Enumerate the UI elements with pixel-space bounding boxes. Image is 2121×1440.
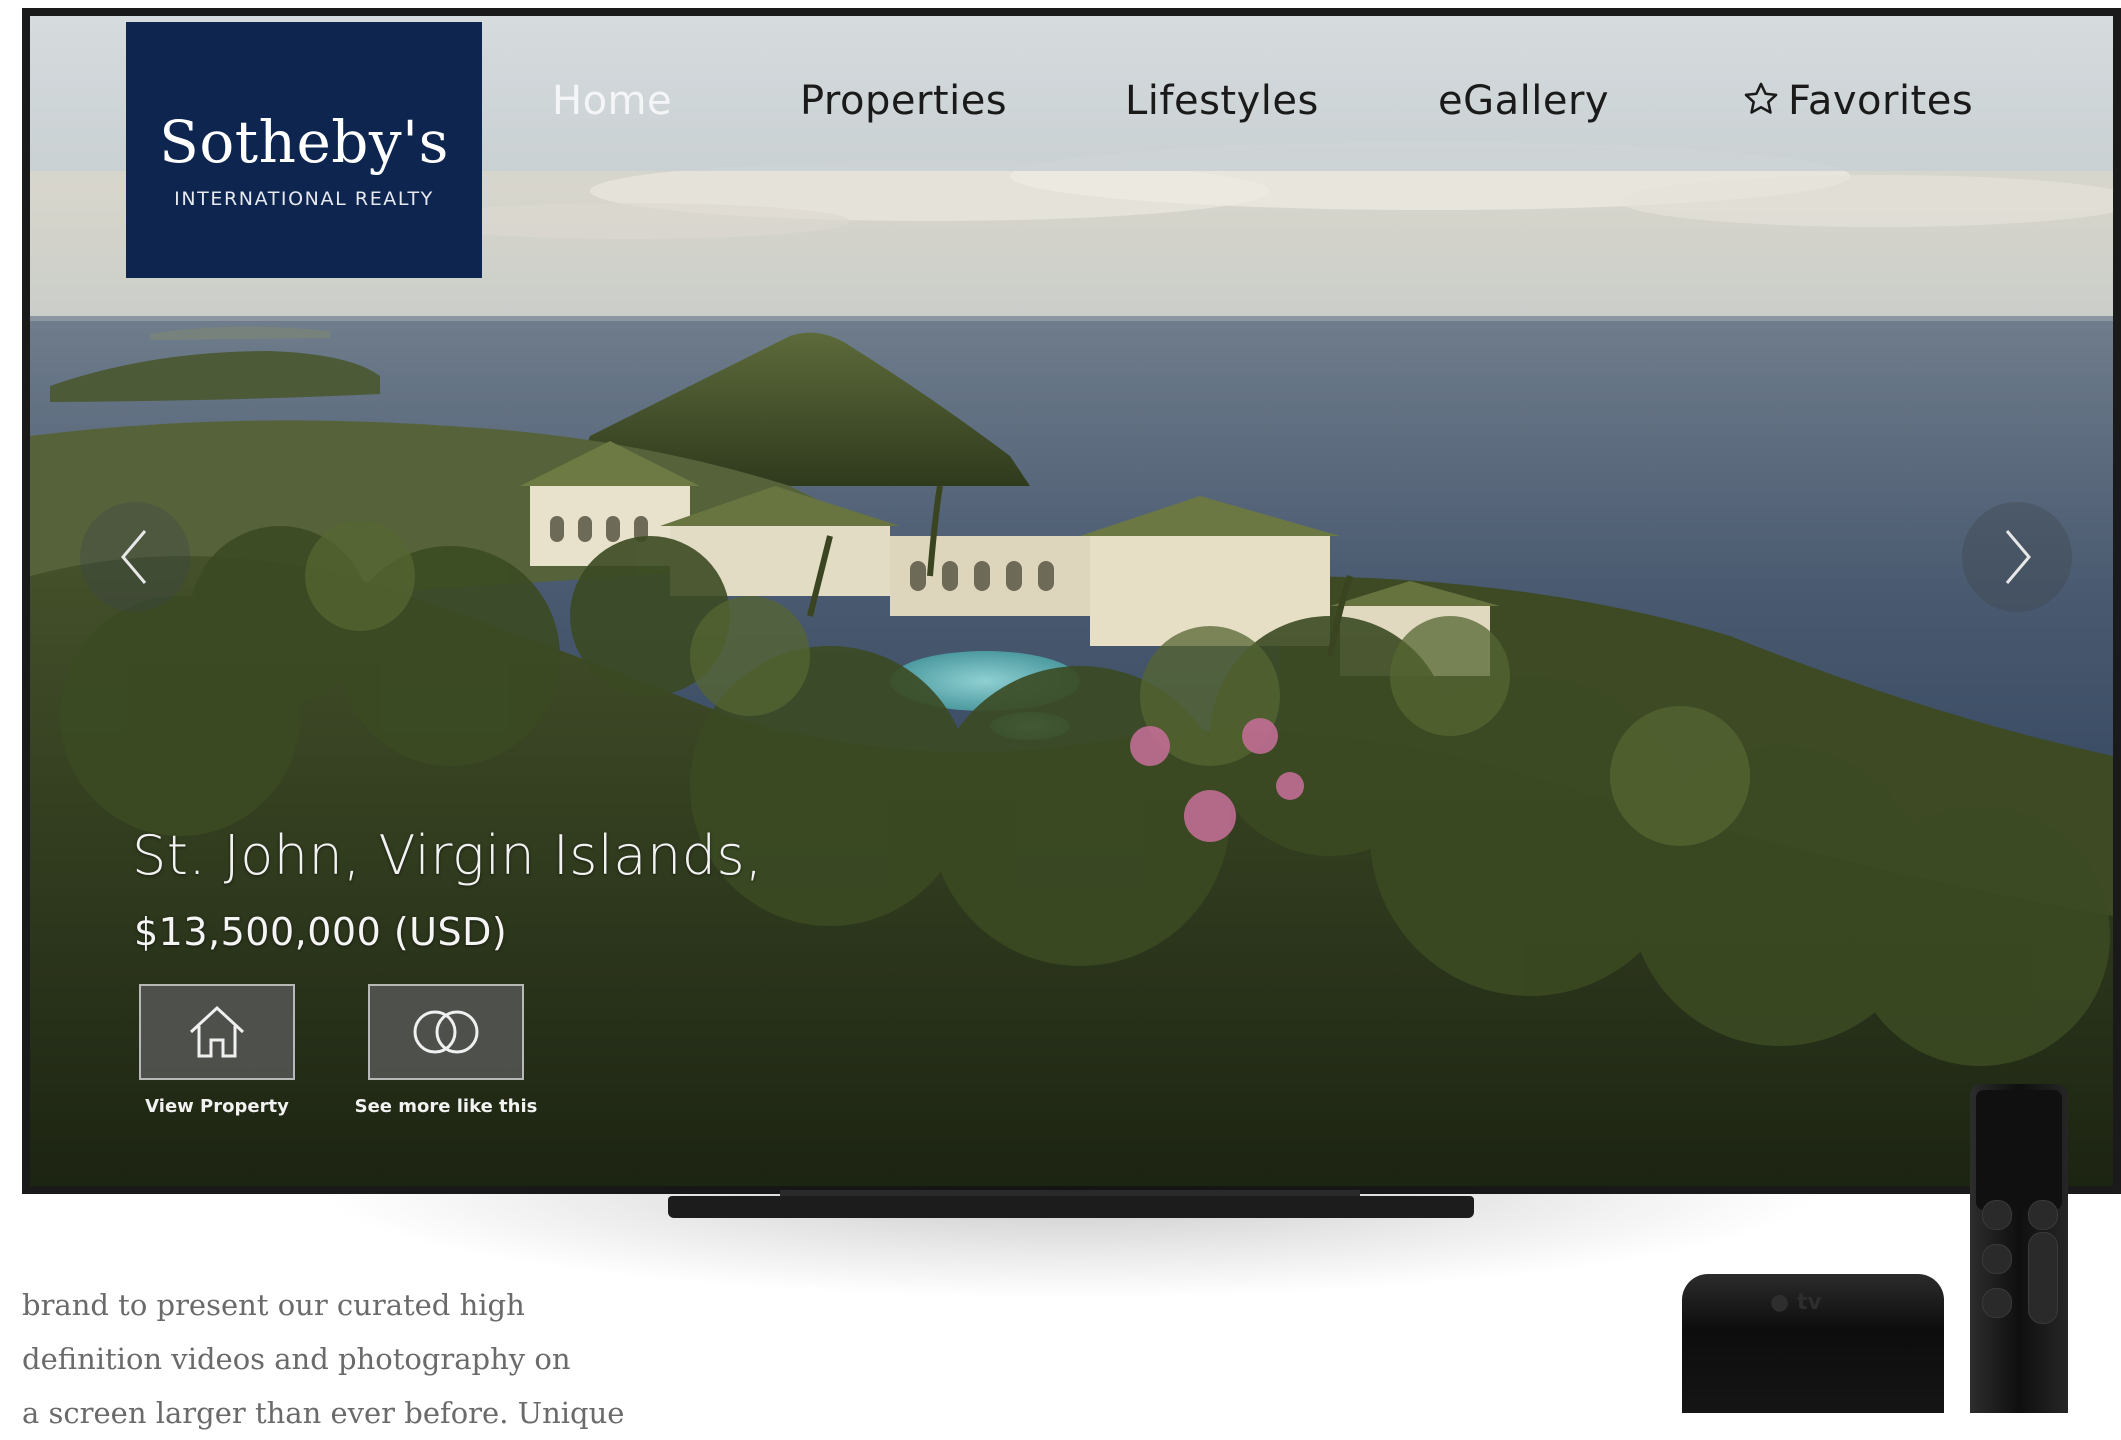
nav-properties[interactable]: Properties bbox=[800, 78, 1007, 124]
sothebys-logo[interactable]: Sotheby's INTERNATIONAL REALTY bbox=[126, 22, 482, 278]
tv-screen: Home Properties Lifestyles eGallery Favo… bbox=[30, 16, 2113, 1186]
apple-logo-icon: ● bbox=[1770, 1290, 1790, 1315]
carousel-next-button[interactable] bbox=[1962, 502, 2072, 612]
article-text: brand to present our curated high defini… bbox=[22, 1278, 625, 1440]
remote-mic-button bbox=[1982, 1244, 2012, 1274]
listing-price: $13,500,000 (USD) bbox=[134, 910, 508, 954]
article-line: definition videos and photography on bbox=[22, 1342, 571, 1376]
apple-tv-box: ● tv bbox=[1682, 1274, 1944, 1413]
article-line: a screen larger than ever before. Unique bbox=[22, 1396, 625, 1430]
house-icon bbox=[189, 1005, 245, 1058]
chevron-left-icon bbox=[121, 530, 147, 584]
article-line: brand to present our curated high bbox=[22, 1288, 525, 1322]
listing-location: St. John, Virgin Islands, bbox=[132, 824, 763, 887]
remote-volume-button bbox=[2028, 1232, 2058, 1324]
carousel-prev-button[interactable] bbox=[80, 502, 190, 612]
nav-egallery[interactable]: eGallery bbox=[1438, 78, 1609, 124]
see-more-like-this-label: See more like this bbox=[354, 1096, 538, 1117]
remote-play-button bbox=[1982, 1288, 2012, 1318]
apple-tv-logo: ● tv bbox=[1770, 1290, 1822, 1315]
nav-lifestyles[interactable]: Lifestyles bbox=[1125, 78, 1319, 124]
remote-touch-surface bbox=[1976, 1090, 2062, 1210]
interlocking-rings-icon bbox=[413, 1010, 479, 1054]
see-more-like-this-button[interactable] bbox=[368, 984, 524, 1080]
chevron-right-icon bbox=[2005, 530, 2031, 584]
logo-subtitle: INTERNATIONAL REALTY bbox=[174, 188, 434, 210]
star-icon bbox=[1742, 80, 1780, 128]
logo-wordmark: Sotheby's bbox=[159, 108, 449, 176]
view-property-button[interactable] bbox=[139, 984, 295, 1080]
remote-tv-button bbox=[2028, 1200, 2058, 1230]
tv-stand bbox=[668, 1196, 1474, 1218]
view-property-label: View Property bbox=[145, 1096, 289, 1117]
tv-frame: Home Properties Lifestyles eGallery Favo… bbox=[22, 8, 2121, 1194]
nav-home[interactable]: Home bbox=[552, 78, 672, 124]
nav-favorites[interactable]: Favorites bbox=[1742, 78, 1973, 128]
nav-favorites-label: Favorites bbox=[1788, 78, 1974, 124]
apple-tv-remote bbox=[1970, 1084, 2068, 1413]
apple-tv-label: tv bbox=[1796, 1290, 1822, 1315]
remote-menu-button bbox=[1982, 1200, 2012, 1230]
